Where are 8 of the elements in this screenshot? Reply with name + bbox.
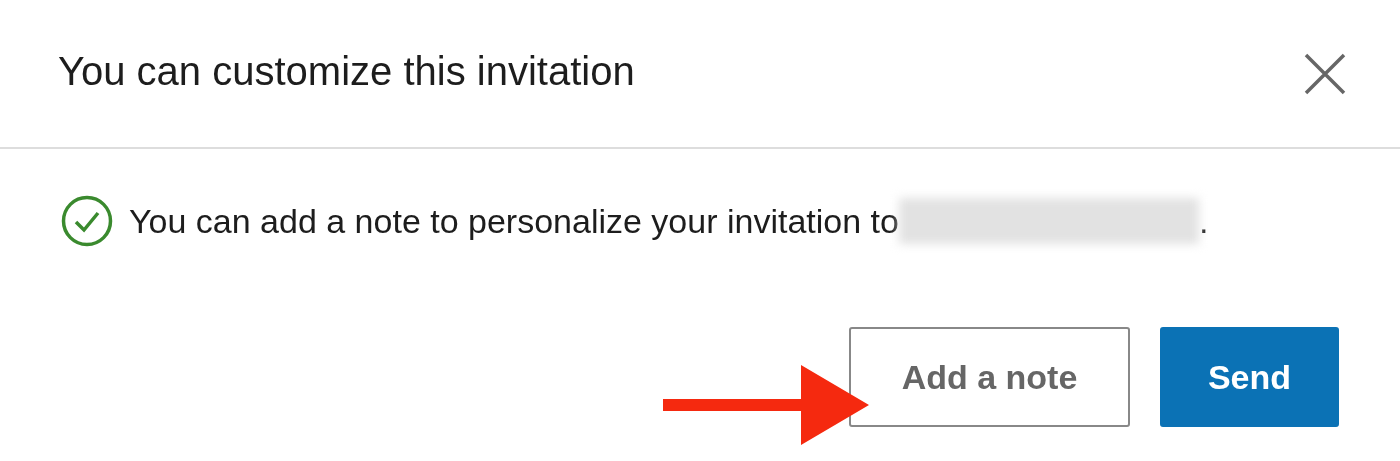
period-text: . (1198, 201, 1209, 241)
send-button[interactable]: Send (1160, 327, 1339, 427)
dialog-title: You can customize this invitation (58, 49, 635, 94)
add-note-button[interactable]: Add a note (849, 327, 1130, 427)
check-circle-icon (61, 195, 113, 247)
close-button[interactable] (1304, 52, 1346, 95)
close-icon (1304, 52, 1346, 95)
message-text: You can add a note to personalize your invitation to (129, 201, 899, 241)
